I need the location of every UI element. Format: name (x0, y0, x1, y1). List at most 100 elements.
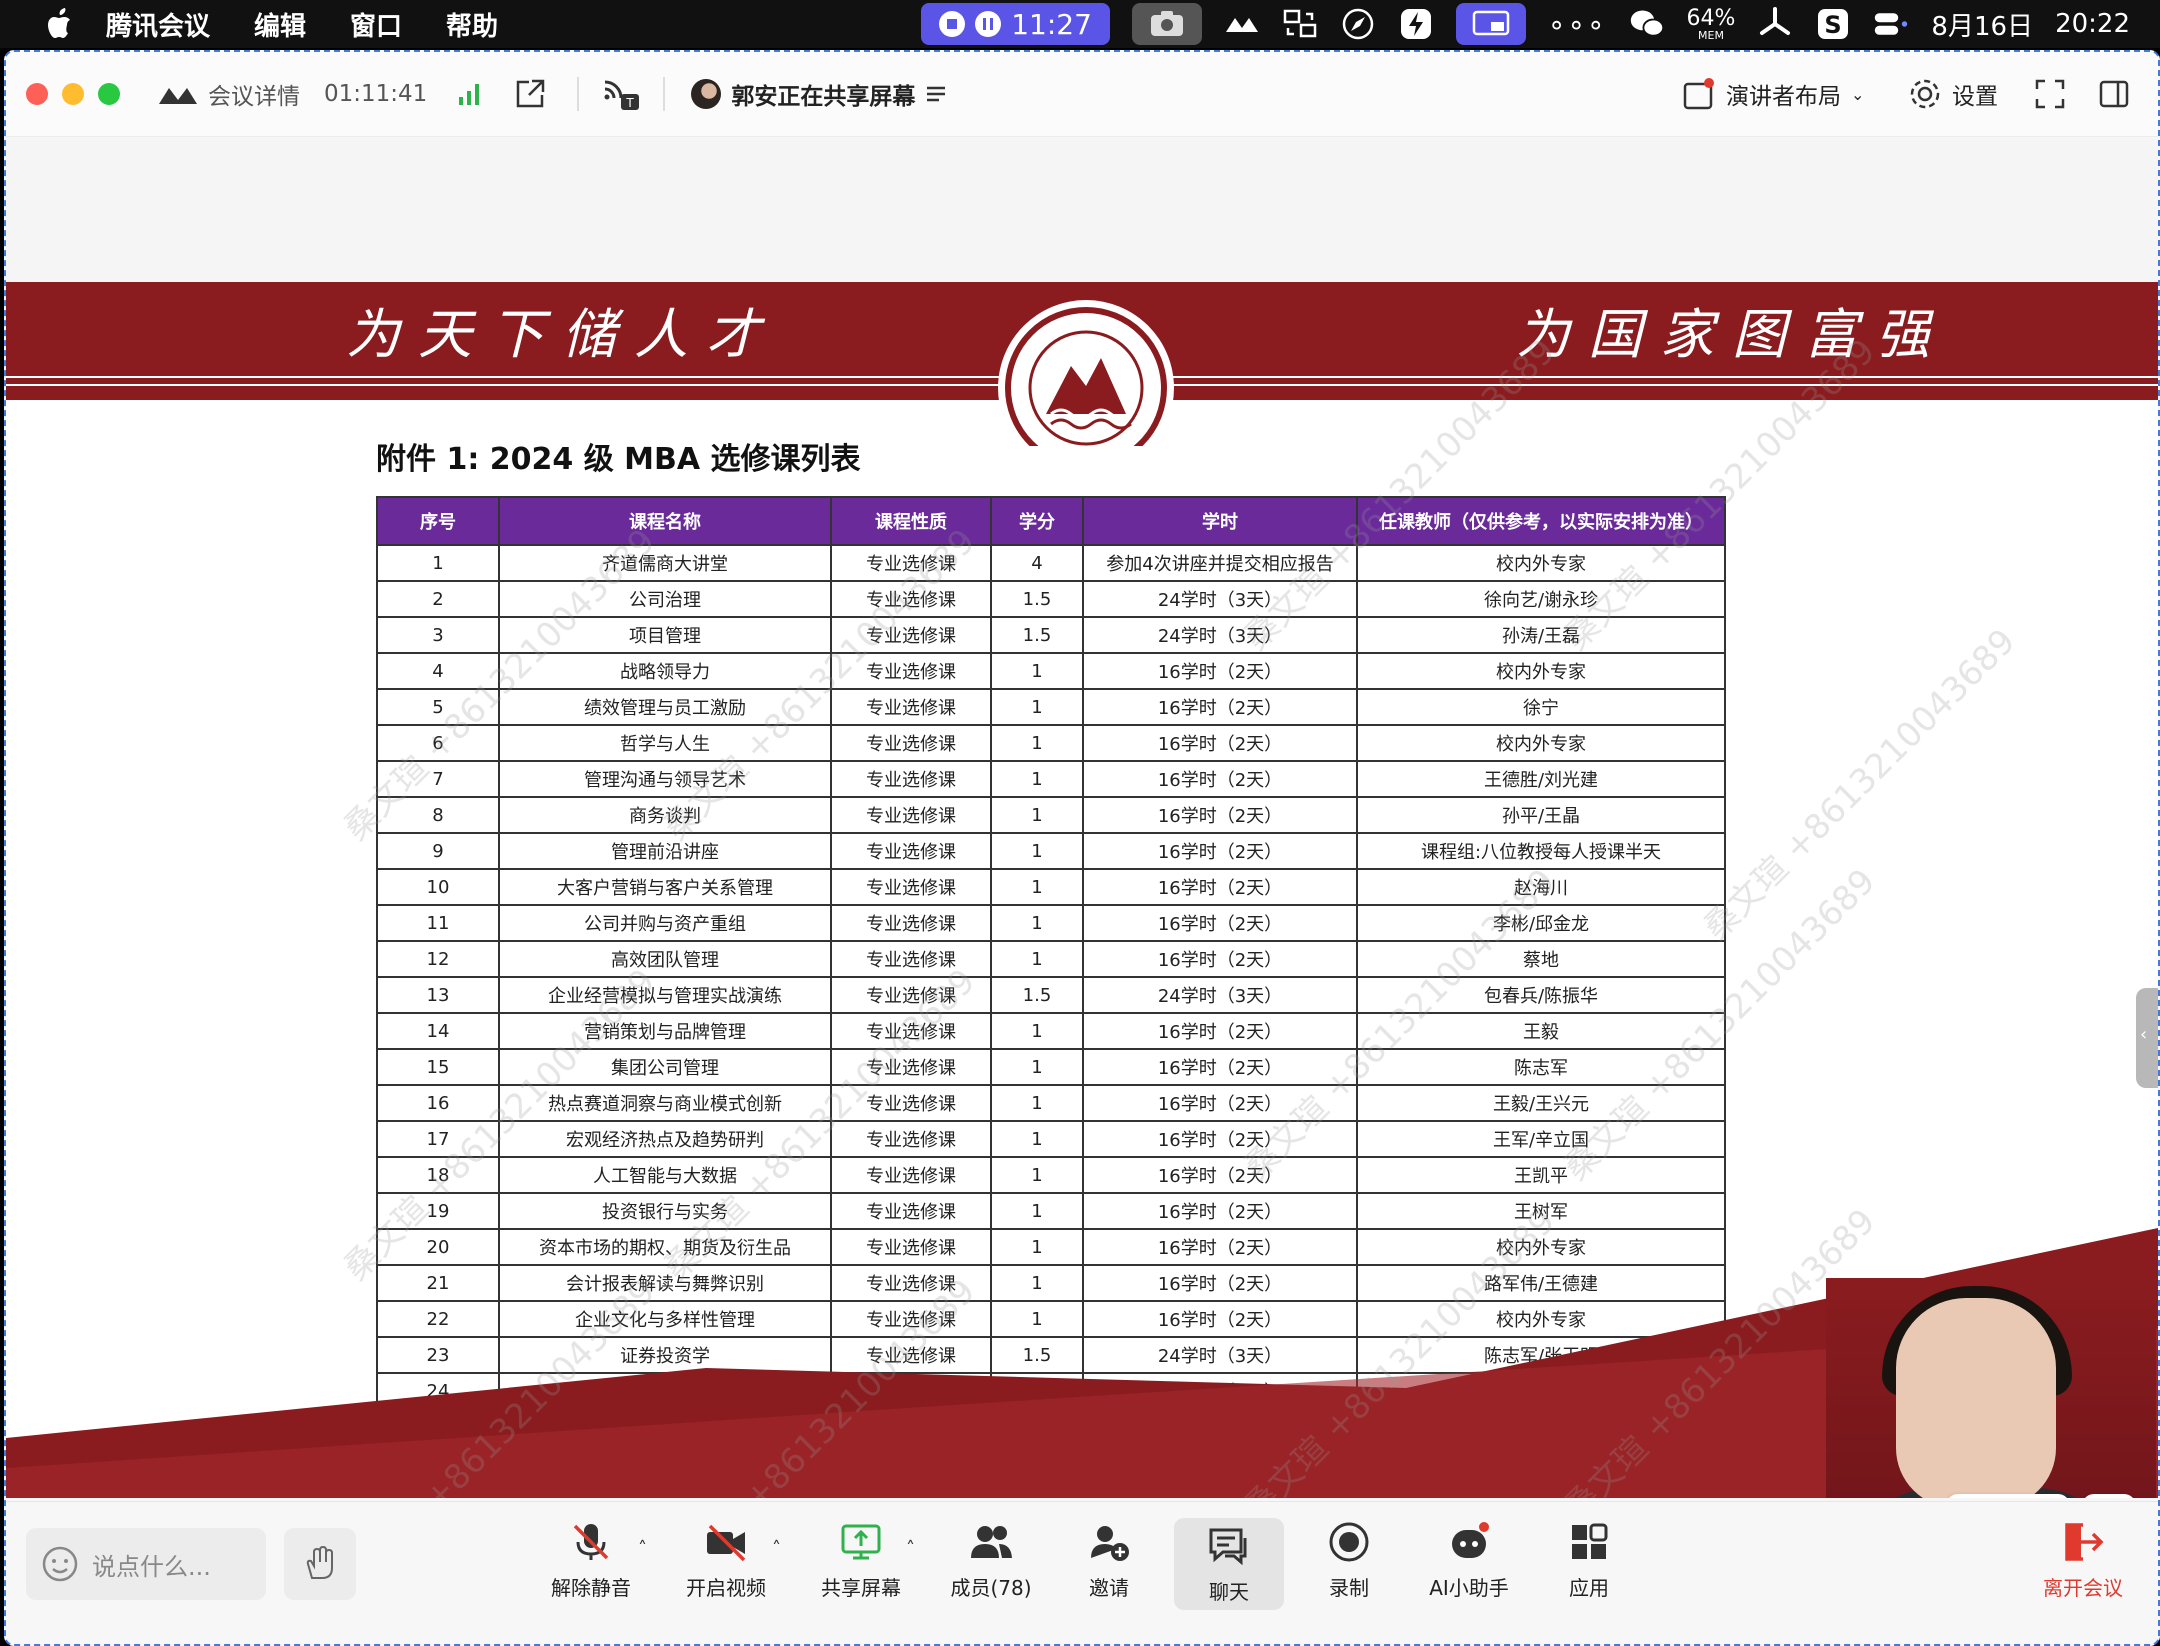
instructor-cell: 王毅/王兴元 (1356, 1084, 1726, 1122)
credits-cell: 1 (990, 1048, 1084, 1086)
hand-icon (306, 1545, 333, 1579)
credits-cell: 1 (990, 1156, 1084, 1194)
table-row: 11 公司并购与资产重组 专业选修课 1 16学时（2天） 李彬/邱金龙 (376, 904, 1726, 942)
apps-grid-icon (1572, 1523, 1608, 1559)
screen-switch-icon[interactable] (1282, 6, 1318, 42)
menubar-time[interactable]: 20:22 (2055, 9, 2130, 39)
unmute-button[interactable]: 解除静音 (536, 1520, 646, 1601)
table-row: 8 商务谈判 专业选修课 1 16学时（2天） 孙平/王晶 (376, 796, 1726, 834)
sharing-status[interactable]: 郭安正在共享屏幕 (691, 77, 947, 111)
record-button[interactable]: 录制 (1294, 1520, 1404, 1601)
credits-cell: 1 (990, 832, 1084, 870)
chat-button[interactable]: 聊天 (1174, 1518, 1284, 1610)
macos-menu-bar: 腾讯会议 编辑 窗口 帮助 11:27 ∘∘∘ 64% MEM S 8月16日 … (0, 0, 2160, 48)
exit-icon (2065, 1523, 2104, 1561)
compass-icon[interactable] (1340, 6, 1376, 42)
more-dots-icon[interactable]: ∘∘∘ (1548, 8, 1607, 41)
hours-cell: 16学时（2天） (1082, 652, 1358, 690)
presenter-video[interactable] (1826, 1278, 2156, 1498)
audio-options-caret[interactable]: ˄ (638, 1538, 647, 1559)
row-index-cell: 17 (376, 1120, 500, 1158)
course-name-cell: 商务谈判 (498, 796, 832, 834)
camera-tray-icon[interactable] (1131, 3, 1202, 45)
credits-cell: 1 (990, 796, 1084, 834)
members-button[interactable]: 成员(78) (936, 1520, 1046, 1601)
minimize-window-button[interactable] (62, 83, 84, 105)
menu-window[interactable]: 窗口 (350, 6, 402, 43)
open-external-icon[interactable] (513, 77, 547, 111)
credits-cell: 1 (990, 904, 1084, 942)
apple-logo-icon[interactable] (40, 4, 80, 44)
course-type-cell: 专业选修课 (830, 1084, 992, 1122)
zoom-window-button[interactable] (98, 83, 120, 105)
raise-hand-button[interactable] (284, 1528, 356, 1600)
video-options-caret[interactable]: ˄ (772, 1538, 781, 1559)
apps-button[interactable]: 应用 (1534, 1520, 1644, 1601)
menu-help[interactable]: 帮助 (446, 6, 498, 43)
table-row: 7 管理沟通与领导艺术 专业选修课 1 16学时（2天） 王德胜/刘光建 (376, 760, 1726, 798)
zoom-in-button[interactable] (2082, 1494, 2136, 1498)
screen-recording-indicator[interactable]: 11:27 (921, 3, 1110, 45)
meeting-toolbar: 说点什么... 解除静音 ˄ 开启视频 ˄ 共享屏幕 ˄ 成员(78) 邀请 聊… (6, 1501, 2158, 1644)
fan-icon[interactable] (1757, 6, 1793, 42)
course-type-cell: 专业选修课 (830, 1048, 992, 1086)
course-name-cell: 项目管理 (498, 616, 832, 654)
course-type-cell: 专业选修课 (830, 796, 992, 834)
ai-assistant-button[interactable]: AI小助手 (1414, 1520, 1524, 1601)
slogan-right: 为国家图富强 (1516, 303, 1948, 366)
caption-rss-icon[interactable]: T (601, 76, 641, 112)
bolt-app-icon[interactable] (1398, 6, 1434, 42)
course-name-cell: 公司并购与资产重组 (498, 904, 832, 942)
row-index-cell: 18 (376, 1156, 500, 1194)
annotate-button[interactable]: 批注 (1946, 1494, 2070, 1498)
menu-app-name[interactable]: 腾讯会议 (106, 6, 210, 43)
invite-button[interactable]: 邀请 (1054, 1520, 1164, 1601)
row-index-cell: 13 (376, 976, 500, 1014)
list-menu-icon[interactable] (925, 83, 947, 105)
members-icon (971, 1526, 1012, 1558)
leave-meeting-button[interactable]: 离开会议 (2028, 1520, 2138, 1601)
chat-quick-input[interactable]: 说点什么... (26, 1528, 266, 1600)
layout-dropdown[interactable]: 演讲者布局 ⌄ (1682, 77, 1864, 111)
table-row: 2 公司治理 专业选修课 1.5 24学时（3天） 徐向艺/谢永珍 (376, 580, 1726, 618)
course-name-cell: 管理沟通与领导艺术 (498, 760, 832, 798)
row-index-cell: 15 (376, 1048, 500, 1086)
network-signal-icon[interactable] (457, 81, 483, 107)
wechat-icon[interactable] (1629, 6, 1665, 42)
control-center-icon[interactable] (1873, 6, 1909, 42)
close-window-button[interactable] (26, 83, 48, 105)
course-name-cell: 管理前沿讲座 (498, 832, 832, 870)
course-type-cell: 专业选修课 (830, 580, 992, 618)
start-video-button[interactable]: 开启视频 (671, 1520, 781, 1601)
tencent-meeting-tray-icon[interactable] (1224, 6, 1260, 42)
row-index-cell: 14 (376, 1012, 500, 1050)
gear-icon (1910, 79, 1940, 109)
sidebar-toggle-icon[interactable] (2098, 78, 2130, 110)
hours-cell: 16学时（2天） (1082, 832, 1358, 870)
table-row: 5 绩效管理与员工激励 专业选修课 1 16学时（2天） 徐宁 (376, 688, 1726, 726)
instructor-cell: 校内外专家 (1356, 652, 1726, 690)
memory-usage[interactable]: 64% MEM (1687, 7, 1736, 41)
sogou-input-icon[interactable]: S (1815, 6, 1851, 42)
fullscreen-icon[interactable] (2034, 78, 2066, 110)
table-row: 6 哲学与人生 专业选修课 1 16学时（2天） 校内外专家 (376, 724, 1726, 762)
share-options-caret[interactable]: ˄ (906, 1538, 915, 1559)
stop-record-icon[interactable] (939, 11, 966, 37)
col-header-hours: 学时 (1082, 496, 1358, 546)
share-screen-button[interactable]: 共享屏幕 (806, 1520, 916, 1601)
pause-record-icon[interactable] (975, 11, 1002, 37)
instructor-cell: 校内外专家 (1356, 544, 1726, 582)
side-panel-handle[interactable]: ‹ (2136, 988, 2158, 1088)
table-row: 14 营销策划与品牌管理 专业选修课 1 16学时（2天） 王毅 (376, 1012, 1726, 1050)
menu-edit[interactable]: 编辑 (254, 6, 306, 43)
settings-button[interactable]: 设置 (1908, 77, 1998, 111)
screen-share-tray-icon[interactable] (1455, 3, 1526, 45)
meeting-details-button[interactable]: 会议详情 (158, 77, 300, 111)
course-name-cell: 高效团队管理 (498, 940, 832, 978)
course-type-cell: 专业选修课 (830, 652, 992, 690)
instructor-cell: 校内外专家 (1356, 724, 1726, 762)
divider (577, 77, 580, 111)
col-header-course-name: 课程名称 (498, 496, 832, 546)
menubar-date[interactable]: 8月16日 (1931, 6, 2033, 43)
col-header-index: 序号 (376, 496, 500, 546)
